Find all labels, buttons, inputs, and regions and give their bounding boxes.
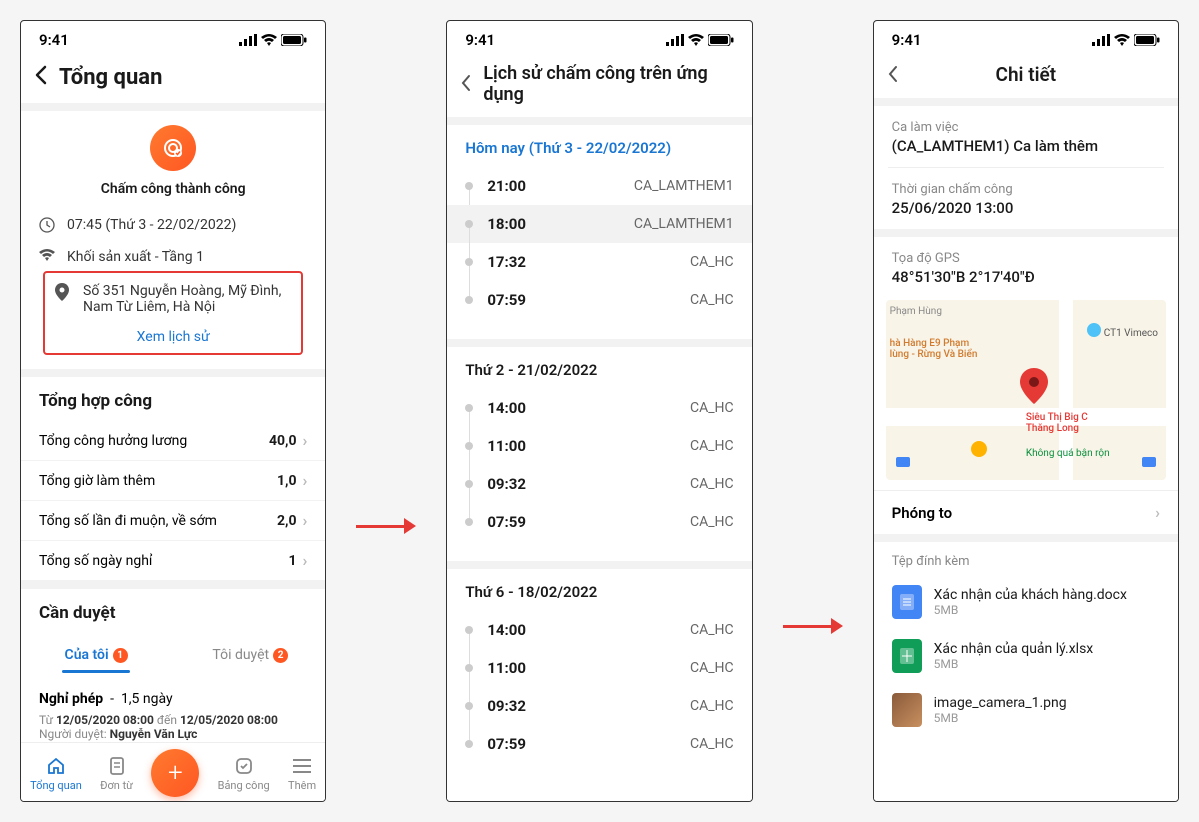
flow-arrow-1 [356, 518, 416, 534]
screen-overview: 9:41 Tổng quan Chấm công thành công 07:4… [20, 20, 326, 802]
approver-line: Người duyệt: Nguyễn Văn Lực [39, 727, 307, 741]
location-icon [55, 283, 73, 305]
status-time: 9:41 [39, 31, 69, 49]
header: Lịch sử chấm công trên ứng dụng [447, 55, 751, 117]
signal-icon [1092, 34, 1110, 46]
file-row[interactable]: Xác nhận của quản lý.xlsx5MB [874, 629, 1178, 683]
timeline-day3: 14:00CA_HC11:00CA_HC09:32CA_HC07:59CA_HC [447, 611, 751, 763]
home-icon [45, 755, 67, 777]
today-header: Hôm nay (Thứ 3 - 22/02/2022) [447, 125, 751, 167]
timeline-entry[interactable]: 14:00CA_HC [465, 611, 733, 649]
battery-icon [708, 34, 734, 46]
timeline-today: 21:00CA_LAMTHEM118:00CA_LAMTHEM117:32CA_… [447, 167, 751, 319]
clock-icon [39, 217, 57, 237]
time-value: 25/06/2020 13:00 [874, 197, 1178, 229]
time-label: Thời gian chấm công [874, 182, 1178, 197]
shift-value: (CA_LAMTHEM1) Ca làm thêm [874, 135, 1178, 167]
doc-icon [892, 585, 922, 619]
timeline-day2: 14:00CA_HC11:00CA_HC09:32CA_HC07:59CA_HC [447, 389, 751, 541]
page-title: Lịch sử chấm công trên ứng dụng [483, 63, 737, 105]
document-icon [106, 755, 128, 777]
time-row: 07:45 (Thứ 3 - 22/02/2022) [39, 211, 307, 243]
back-icon[interactable] [35, 63, 47, 91]
timeline-entry[interactable]: 09:32CA_HC [465, 687, 733, 725]
stat-row[interactable]: Tổng số ngày nghỉ1› [21, 541, 325, 581]
signal-icon [666, 34, 684, 46]
summary-title: Tổng hợp công [21, 377, 325, 421]
battery-icon [1134, 34, 1160, 46]
back-icon[interactable] [461, 70, 471, 98]
checkin-status: Chấm công thành công [39, 181, 307, 197]
address-row: Số 351 Nguyễn Hoàng, Mỹ Đình, Nam Từ Liê… [55, 277, 291, 321]
file-row[interactable]: Xác nhận của khách hàng.docx5MB [874, 575, 1178, 629]
timeline-entry[interactable]: 07:59CA_HC [465, 725, 733, 763]
timeline-entry[interactable]: 21:00CA_LAMTHEM1 [465, 167, 733, 205]
checkin-card: Chấm công thành công [21, 111, 325, 211]
shift-label: Ca làm việc [874, 120, 1178, 135]
chevron-right-icon: › [302, 551, 307, 570]
check-icon [233, 755, 255, 777]
approve-title: Cần duyệt [21, 589, 325, 633]
nav-timesheet[interactable]: Bảng công [218, 755, 270, 792]
wifi-icon [688, 34, 704, 46]
bottom-nav: Tổng quan Đơn từ + Bảng công Thêm [21, 742, 325, 801]
nav-overview[interactable]: Tổng quan [30, 755, 82, 792]
tab-approve[interactable]: Tôi duyệt2 [193, 639, 307, 671]
page-title: Chi tiết [996, 63, 1057, 86]
file-row[interactable]: image_camera_1.png5MB [874, 683, 1178, 737]
timeline-entry[interactable]: 18:00CA_LAMTHEM1 [447, 205, 751, 243]
menu-icon [291, 755, 313, 777]
chevron-right-icon: › [302, 511, 307, 530]
address-highlight: Số 351 Nguyễn Hoàng, Mỹ Đình, Nam Từ Liê… [43, 271, 303, 355]
wifi-icon [39, 249, 57, 265]
gps-value: 48°51′30″B 2°17′40″Đ [874, 266, 1178, 298]
timeline-entry[interactable]: 11:00CA_HC [465, 649, 733, 687]
signal-icon [239, 34, 257, 46]
image-thumb [892, 693, 922, 727]
timeline-entry[interactable]: 14:00CA_HC [465, 389, 733, 427]
fab-add[interactable]: + [151, 749, 199, 797]
timeline-entry[interactable]: 11:00CA_HC [465, 427, 733, 465]
stat-row[interactable]: Tổng giờ làm thêm1,0› [21, 461, 325, 501]
timeline-entry[interactable]: 07:59CA_HC [465, 503, 733, 541]
page-title: Tổng quan [59, 65, 162, 90]
leave-title: Nghỉ phép [39, 691, 103, 707]
map-preview[interactable]: Phạm Hùng CT1 Vimeco hà Hàng E9 Phạm lùn… [886, 300, 1166, 480]
status-bar: 9:41 [874, 21, 1178, 55]
tab-mine[interactable]: Của tôi1 [39, 639, 153, 671]
screen-history: 9:41 Lịch sử chấm công trên ứng dụng Hôm… [446, 20, 752, 802]
status-bar: 9:41 [21, 21, 325, 55]
status-bar: 9:41 [447, 21, 751, 55]
zoom-button[interactable]: Phóng to › [874, 490, 1178, 542]
stat-row[interactable]: Tổng số lần đi muộn, về sớm2,0› [21, 501, 325, 541]
wifi-row: Khối sản xuất - Tầng 1 [39, 243, 307, 271]
leave-range: Từ 12/05/2020 08:00 đến 12/05/2020 08:00 [39, 713, 307, 727]
chevron-right-icon: › [1155, 503, 1160, 522]
nav-more[interactable]: Thêm [288, 755, 316, 792]
flow-arrow-2 [783, 618, 843, 634]
battery-icon [281, 34, 307, 46]
wifi-icon [261, 34, 277, 46]
timeline-entry[interactable]: 09:32CA_HC [465, 465, 733, 503]
fingerprint-icon [150, 125, 196, 171]
stats-list: Tổng công hưởng lương40,0›Tổng giờ làm t… [21, 421, 325, 581]
wifi-icon [1114, 34, 1130, 46]
nav-requests[interactable]: Đơn từ [100, 755, 133, 792]
stat-row[interactable]: Tổng công hưởng lương40,0› [21, 421, 325, 461]
chevron-right-icon: › [302, 431, 307, 450]
sheet-icon [892, 639, 922, 673]
timeline-entry[interactable]: 07:59CA_HC [465, 281, 733, 319]
header: Tổng quan [21, 55, 325, 103]
map-pin-icon [1020, 368, 1048, 408]
back-icon[interactable] [888, 61, 898, 89]
history-link[interactable]: Xem lịch sử [55, 321, 291, 353]
chevron-right-icon: › [302, 471, 307, 490]
attachments-label: Tệp đính kèm [874, 554, 1178, 569]
date-header-3: Thứ 6 - 18/02/2022 [447, 569, 751, 611]
date-header-2: Thứ 2 - 21/02/2022 [447, 347, 751, 389]
gps-label: Tọa độ GPS [874, 251, 1178, 266]
screen-detail: 9:41 Chi tiết Ca làm việc (CA_LAMTHEM1) … [873, 20, 1179, 802]
header: Chi tiết [874, 55, 1178, 98]
timeline-entry[interactable]: 17:32CA_HC [465, 243, 733, 281]
